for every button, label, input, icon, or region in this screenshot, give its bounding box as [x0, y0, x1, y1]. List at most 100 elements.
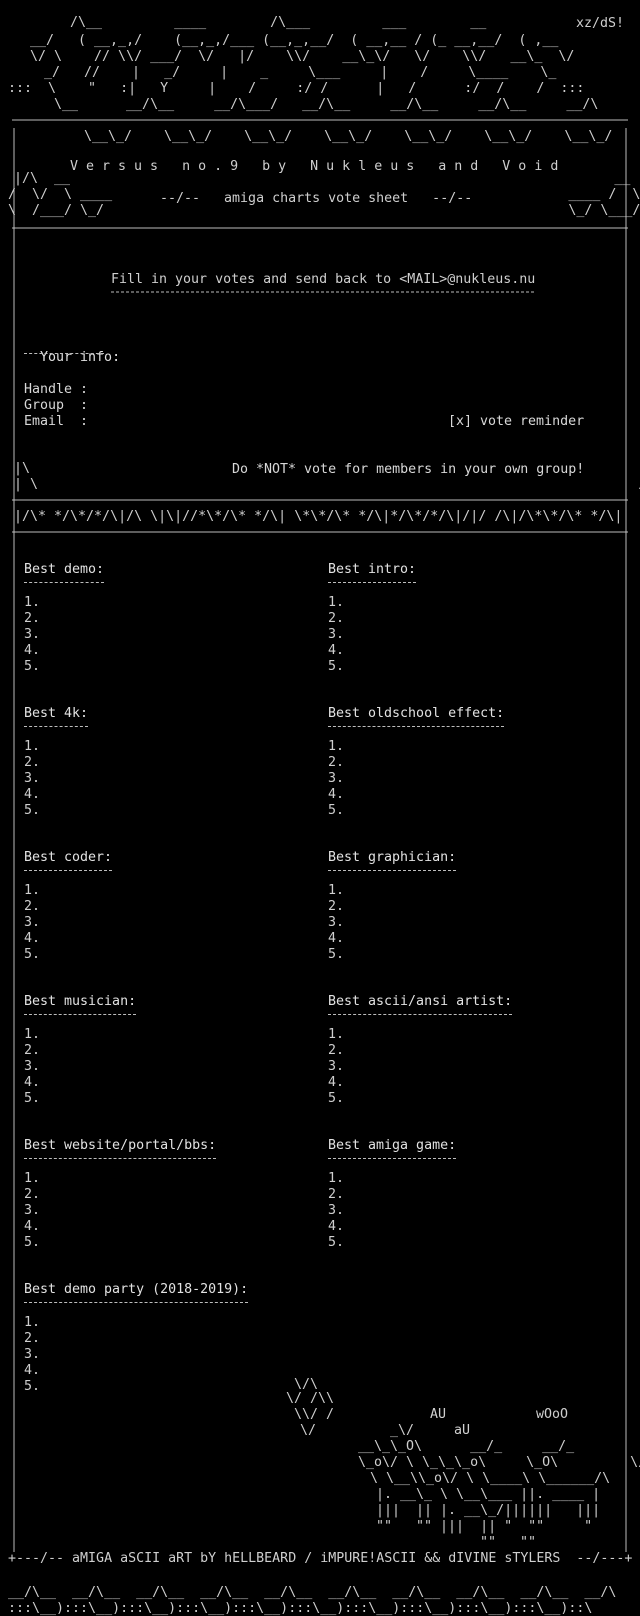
vote-slot[interactable]: 3. [24, 1347, 248, 1363]
vote-slot[interactable]: 2. [24, 899, 112, 915]
vote-slot[interactable]: 5. [24, 1091, 136, 1107]
vote-slot[interactable]: 1. [328, 1027, 512, 1043]
vote-slot[interactable]: 1. [24, 739, 88, 755]
vote-slot[interactable]: 2. [328, 611, 416, 627]
category-title: Best 4k: [24, 706, 89, 721]
vote-slot[interactable]: 5. [24, 947, 112, 963]
vote-slot[interactable]: 3. [328, 915, 456, 931]
group-label: Group : [24, 398, 89, 413]
vote-slot[interactable]: 3. [328, 1203, 456, 1219]
vote-slot[interactable]: 2. [328, 899, 456, 915]
vote-slot[interactable]: 3. [24, 1203, 216, 1219]
svg-text:/\__ ____ /\___: /\__ ____ /\___ ___ __ [70, 15, 486, 30]
vote-slot[interactable]: 5. [328, 803, 504, 819]
art-tag-wooo: wOoO [536, 1407, 568, 1422]
vote-slot[interactable]: 4. [24, 643, 104, 659]
vote-category: Best intro: 1. 2. 3. 4. 5. [328, 562, 416, 675]
vote-category: Best graphician: 1. 2. 3. 4. 5. [328, 850, 456, 963]
vote-slot[interactable]: 3. [24, 915, 112, 931]
vote-slot[interactable]: 5. [24, 1379, 248, 1395]
vote-category: Best oldschool effect: 1. 2. 3. 4. 5. [328, 706, 504, 819]
vote-slot[interactable]: 5. [24, 1235, 216, 1251]
vote-slot[interactable]: 5. [328, 659, 416, 675]
pattern-divider: |/\* */\*/*/\|/\ \|\|//*\*/\* */\| \*\*/… [14, 509, 622, 524]
category-underline [328, 1011, 512, 1015]
vote-slot[interactable]: 4. [328, 643, 416, 659]
art-tag-au: AU [430, 1407, 446, 1422]
vote-slot[interactable]: 3. [24, 627, 104, 643]
artist-tag: xz/dS! [576, 16, 624, 31]
vote-slot[interactable]: 3. [328, 771, 504, 787]
vote-slot[interactable]: 4. [328, 787, 504, 803]
instruction-text: Fill in your votes and send back to <MAI… [111, 272, 535, 287]
vote-slot[interactable]: 4. [24, 787, 88, 803]
svg-text:\/ /\\: \/ /\\ [286, 1391, 334, 1406]
vote-slot[interactable]: 1. [328, 883, 456, 899]
vote-slot[interactable]: 1. [328, 595, 416, 611]
your-info-section: Your info: [24, 334, 120, 366]
vote-slot[interactable]: 1. [24, 595, 104, 611]
svg-text::::\__):::\__):::\__):::\__)::: :::\__):::\__):::\__):::\__):::\__):::\_… [8, 1601, 592, 1616]
vote-category: Best musician: 1. 2. 3. 4. 5. [24, 994, 136, 1107]
svg-text:\\/ /: \\/ / [294, 1407, 334, 1422]
vote-reminder-checkbox[interactable]: [x] vote reminder [448, 414, 584, 429]
vote-slot[interactable]: 5. [328, 947, 456, 963]
vote-category: Best coder: 1. 2. 3. 4. 5. [24, 850, 112, 963]
vote-slot[interactable]: 3. [328, 1059, 512, 1075]
svg-text:| \: | \ / | [14, 477, 640, 492]
vote-slot[interactable]: 4. [24, 931, 112, 947]
vote-slot[interactable]: 3. [24, 1059, 136, 1075]
category-underline [24, 1299, 248, 1303]
svg-text:__/\__ __/\__ __/\__ __/\__: __/\__ __/\__ __/\__ __/\__ __/\__ __/\_… [8, 1585, 616, 1600]
vote-slot[interactable]: 1. [24, 883, 112, 899]
vote-slot[interactable]: 5. [328, 1091, 512, 1107]
category-underline [328, 579, 416, 583]
vote-category: Best 4k: 1. 2. 3. 4. 5. [24, 706, 88, 819]
category-title: Best website/portal/bbs: [24, 1138, 217, 1153]
vote-slot[interactable]: 2. [24, 1043, 136, 1059]
footer-border-ascii: __/\__ __/\__ __/\__ __/\__ __/\__ __/\_… [8, 1585, 616, 1616]
vote-slot[interactable]: 4. [328, 1075, 512, 1091]
category-title: Best demo party (2018-2019): [24, 1282, 249, 1297]
vote-category: Best ascii/ansi artist: 1. 2. 3. 4. 5. [328, 994, 512, 1107]
vote-slot[interactable]: 4. [328, 931, 456, 947]
vote-slot[interactable]: 5. [328, 1235, 456, 1251]
vote-slot[interactable]: 2. [328, 1043, 512, 1059]
vote-category: Best website/portal/bbs: 1. 2. 3. 4. 5. [24, 1138, 216, 1251]
category-title: Best musician: [24, 994, 137, 1009]
vote-slot[interactable]: 4. [328, 1219, 456, 1235]
vote-slot[interactable]: 5. [24, 803, 88, 819]
art-tag-au-small: aU [454, 1423, 470, 1438]
vote-category: Best demo party (2018-2019): 1. 2. 3. 4. 5. [24, 1282, 248, 1395]
vote-slot[interactable]: 4. [24, 1219, 216, 1235]
vote-slot[interactable]: 5. [24, 659, 104, 675]
vote-slot[interactable]: 2. [24, 611, 104, 627]
category-title: Best demo: [24, 562, 105, 577]
vote-slot[interactable]: 4. [24, 1363, 248, 1379]
vote-slot[interactable]: 1. [24, 1171, 216, 1187]
category-title: Best coder: [24, 850, 113, 865]
vote-slot[interactable]: 1. [328, 739, 504, 755]
svg-text:__/ ( __,_,/ (__,_,/___ (: __/ ( __,_,/ (__,_,/___ (__,_,__/ ( __,_… [30, 33, 558, 48]
bottom-ascii-art: \/\ \/ /\\ \\/ / \/ _\/ __\_\_O\ __/_ __… [286, 1377, 640, 1550]
vote-category: Best amiga game: 1. 2. 3. 4. 5. [328, 1138, 456, 1251]
vote-slot[interactable]: 2. [328, 1187, 456, 1203]
vote-slot[interactable]: 2. [328, 755, 504, 771]
svg-text:::: \ " :| Y |: ::: \ " :| Y | / :/ / | / :/ / / ::: [8, 81, 584, 96]
svg-text:|. __\_ \ \__\___ ||. ____ |: |. __\_ \ \__\___ ||. ____ | [376, 1487, 600, 1502]
vote-slot[interactable]: 4. [24, 1075, 136, 1091]
vote-slot[interactable]: 1. [328, 1171, 456, 1187]
category-title: Best intro: [328, 562, 417, 577]
svg-text:"" "" ||| || " "" ": "" "" ||| || " "" " [376, 1519, 592, 1534]
vote-slot[interactable]: 1. [24, 1315, 248, 1331]
vote-slot[interactable]: 3. [328, 627, 416, 643]
vote-slot[interactable]: 2. [24, 1187, 216, 1203]
vote-slot[interactable]: 2. [24, 755, 88, 771]
your-info-underline [24, 353, 104, 354]
vote-slot[interactable]: 2. [24, 1331, 248, 1347]
vote-slot[interactable]: 3. [24, 771, 88, 787]
vote-slot[interactable]: 1. [24, 1027, 136, 1043]
email-label: Email : [24, 414, 89, 429]
svg-text:\ \__\\_o\/ \ \____\ \______/\: \ \__\\_o\/ \ \____\ \______/\ [370, 1471, 610, 1486]
page-subtitle: --/-- amiga charts vote sheet --/-- [160, 191, 472, 206]
